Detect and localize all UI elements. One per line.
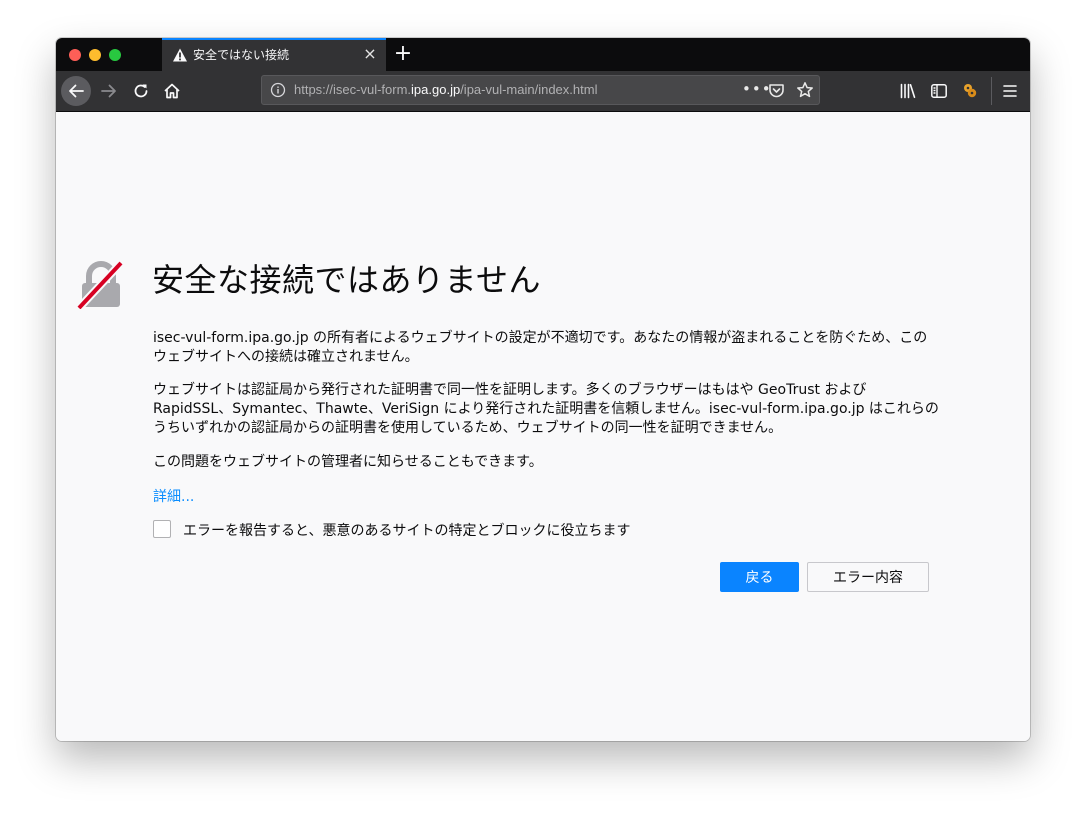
url-bar[interactable]: https://isec-vul-form.ipa.go.jp/ipa-vul-… [261,75,820,105]
report-error-label[interactable]: エラーを報告すると、悪意のあるサイトの特定とブロックに役立ちます [183,520,630,540]
url-text[interactable]: https://isec-vul-form.ipa.go.jp/ipa-vul-… [294,82,597,97]
extension-icon[interactable] [961,82,979,100]
tab-title: 安全ではない接続 [193,48,290,62]
error-page: 安全な接続ではありません isec-vul-form.ipa.go.jp の所有… [56,112,1030,741]
toolbar-separator [991,77,992,105]
forward-button[interactable] [94,76,124,106]
certificate-explanation: ウェブサイトは認証局から発行された証明書で同一性を証明します。多くのブラウザーは… [153,382,939,436]
url-suffix: /ipa-vul-main/index.html [460,82,598,97]
pocket-icon[interactable] [768,82,785,99]
error-description: isec-vul-form.ipa.go.jp の所有者によるウェブサイトの設定… [153,330,928,365]
tab-close-icon[interactable]: × [362,45,378,63]
back-arrow-icon [69,84,84,98]
new-tab-button[interactable]: + [393,42,413,66]
nav-bar: https://isec-vul-form.ipa.go.jp/ipa-vul-… [56,71,1030,112]
star-icon[interactable] [796,81,814,99]
page-title: 安全な接続ではありません [152,261,542,299]
report-error-checkbox[interactable] [153,520,171,538]
broken-lock-icon [76,260,125,311]
back-button[interactable] [61,76,91,106]
info-icon[interactable] [270,82,286,98]
warning-icon [172,47,188,63]
window-zoom-button[interactable] [109,49,121,61]
browser-window: 安全ではない接続 × + https://isec-vul-form.ipa.g… [56,38,1030,741]
reload-button[interactable] [126,76,156,106]
error-details-button[interactable]: エラー内容 [807,562,929,592]
window-minimize-button[interactable] [89,49,101,61]
reload-icon [134,84,148,98]
url-prefix: https://isec-vul-form. [294,82,412,97]
go-back-button[interactable]: 戻る [720,562,799,592]
page-actions-button[interactable]: ••• [742,81,771,99]
hamburger-menu-icon[interactable] [1001,82,1019,100]
forward-arrow-icon [101,84,116,98]
details-link[interactable]: 詳細... [153,486,194,506]
home-button[interactable] [157,76,187,106]
url-domain: ipa.go.jp [411,82,461,97]
notify-admin-text: この問題をウェブサイトの管理者に知らせることもできます。 [153,454,543,470]
library-icon[interactable] [899,82,917,100]
tab-strip: 安全ではない接続 × + [56,38,1030,71]
window-close-button[interactable] [69,49,81,61]
home-icon [164,83,180,99]
tab-active[interactable]: 安全ではない接続 × [162,38,386,71]
sidebar-icon[interactable] [930,82,948,100]
